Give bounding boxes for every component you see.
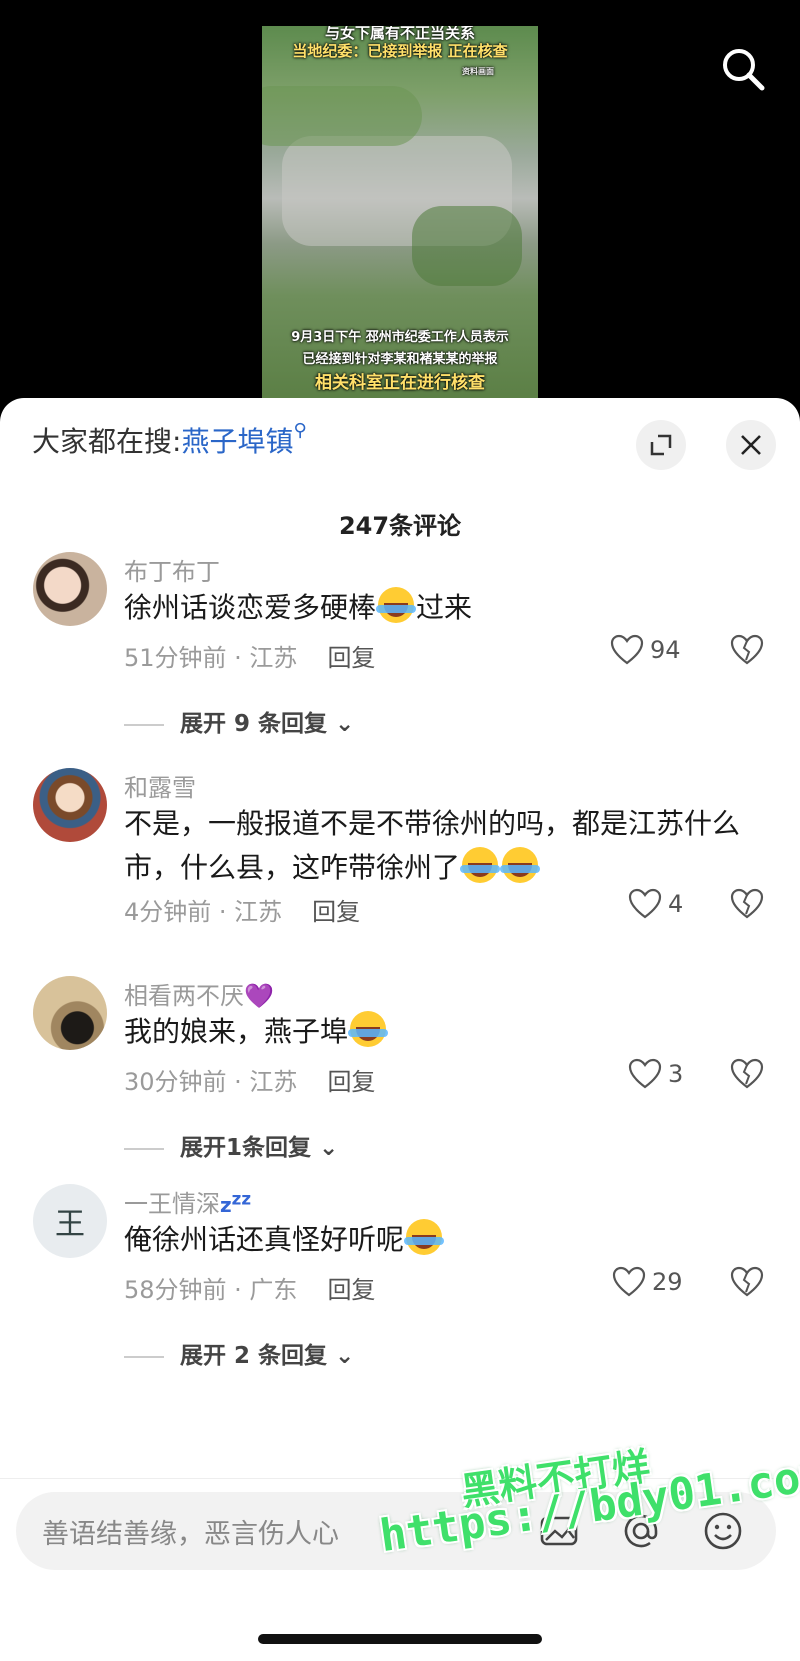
comment-meta: 30分钟前 · 江苏 回复 [124, 1068, 376, 1096]
heart-icon [628, 1058, 662, 1089]
comment-username[interactable]: 一王情深zzz [124, 1184, 251, 1219]
comment-meta: 58分钟前 · 广东 回复 [124, 1276, 376, 1304]
expand-replies[interactable]: 展开 9 条回复 ⌄ [124, 704, 354, 738]
dislike-button[interactable] [730, 1266, 764, 1302]
expand-button[interactable] [636, 420, 686, 470]
like-button[interactable]: 3 [628, 1058, 683, 1090]
comment-input-placeholder: 善语结善缘，恶言伤人心 [42, 1519, 339, 1550]
hot-search[interactable]: 大家都在搜:燕子埠镇⚲ [32, 420, 307, 460]
comment-count-title: 247条评论 [338, 512, 462, 540]
dislike-button[interactable] [730, 634, 764, 670]
small-search-icon: ⚲ [293, 420, 307, 441]
dislike-button[interactable] [730, 888, 764, 924]
like-button[interactable]: 4 [628, 888, 683, 920]
like-button[interactable]: 94 [610, 634, 681, 666]
comment-username[interactable]: 相看两不厌💜 [124, 976, 274, 1011]
video-area[interactable]: 与女下属有不正当关系 当地纪委：已接到举报 正在核查 资料画面 9月3日下午 邳… [0, 0, 800, 420]
comment-text: 不是，一般报道不是不带徐州的吗，都是江苏什么市，什么县，这咋带徐州了 [124, 807, 741, 884]
rofl-emoji [348, 1011, 389, 1047]
broken-heart-icon [730, 634, 764, 665]
expand-replies[interactable]: 展开1条回复 ⌄ [124, 1128, 338, 1162]
heart-icon [610, 634, 644, 665]
broken-heart-icon [730, 888, 764, 919]
close-button[interactable] [726, 420, 776, 470]
video-caption-3: 9月3日下午 邳州市纪委工作人员表示 [291, 330, 509, 345]
heart-icon [612, 1266, 646, 1297]
sleep-zzz-icon: zzz [220, 1189, 252, 1217]
reply-button[interactable]: 回复 [327, 1068, 375, 1096]
expand-replies[interactable]: 展开 2 条回复 ⌄ [124, 1336, 354, 1370]
dislike-button[interactable] [730, 1058, 764, 1094]
avatar[interactable] [33, 768, 107, 842]
broken-heart-icon [730, 1266, 764, 1297]
hot-search-keyword[interactable]: 燕子埠镇 [181, 425, 293, 458]
avatar[interactable]: 王 [33, 1184, 107, 1258]
like-button[interactable]: 29 [612, 1266, 683, 1298]
hot-search-prefix: 大家都在搜: [32, 425, 182, 458]
reply-button[interactable]: 回复 [312, 898, 360, 926]
search-icon[interactable] [718, 44, 768, 94]
avatar[interactable] [33, 552, 107, 626]
comment-meta: 4分钟前 · 江苏 回复 [124, 898, 361, 926]
rofl-emoji [376, 587, 417, 623]
close-icon [741, 435, 761, 455]
reply-button[interactable]: 回复 [327, 1276, 375, 1304]
comment-text: 徐州话谈恋爱多硬棒 过来 [124, 586, 764, 630]
rofl-emoji [460, 847, 501, 883]
avatar[interactable] [33, 976, 107, 1050]
broken-heart-icon [730, 1058, 764, 1089]
heart-icon [628, 888, 662, 919]
home-indicator[interactable] [258, 1634, 542, 1644]
rofl-emoji [404, 1219, 445, 1255]
video-caption-2: 当地纪委：已接到举报 正在核查 [292, 42, 508, 60]
comment-text: 我的娘来，燕子埠 [124, 1010, 764, 1054]
video-caption-5: 相关科室正在进行核查 [315, 373, 485, 393]
video-caption-source: 资料画面 [462, 67, 494, 76]
reply-button[interactable]: 回复 [327, 644, 375, 672]
rofl-emoji [500, 847, 541, 883]
comment-text: 俺徐州话还真怪好听呢 [124, 1218, 764, 1262]
comment-username[interactable]: 布丁布丁 [124, 552, 220, 587]
expand-icon [650, 434, 672, 456]
comment-username[interactable]: 和露雪 [124, 768, 196, 803]
comment-meta: 51分钟前 · 江苏 回复 [124, 644, 376, 672]
video-thumbnail[interactable]: 与女下属有不正当关系 当地纪委：已接到举报 正在核查 资料画面 9月3日下午 邳… [262, 26, 538, 401]
purple-heart-icon: 💜 [244, 982, 274, 1010]
video-caption-4: 已经接到针对李某和褚某某的举报 [302, 352, 498, 367]
